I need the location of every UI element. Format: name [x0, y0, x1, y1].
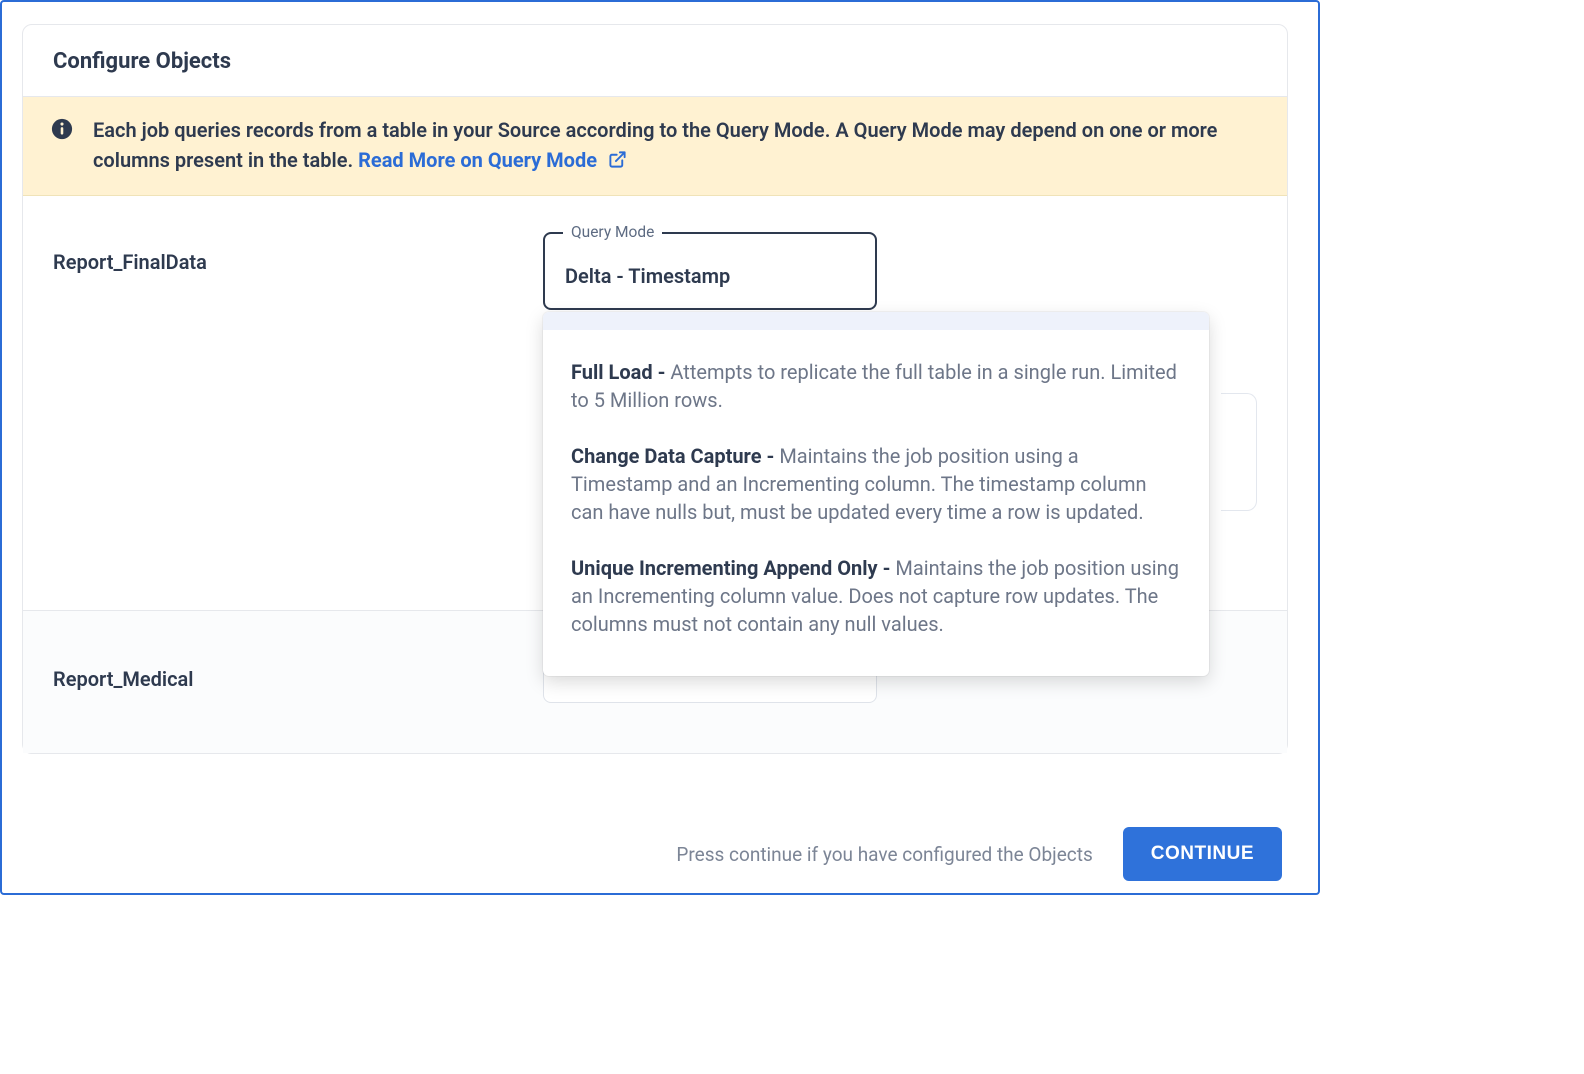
partial-field-edge — [1221, 393, 1257, 511]
read-more-link-text: Read More on Query Mode — [358, 148, 597, 172]
query-mode-dropdown: Full Load - Attempts to replicate the fu… — [543, 312, 1209, 676]
query-mode-value: Delta - Timestamp — [565, 264, 730, 288]
option-change-data-capture[interactable]: Change Data Capture - Maintains the job … — [571, 428, 1181, 540]
option-full-load[interactable]: Full Load - Attempts to replicate the fu… — [571, 344, 1181, 428]
card-title: Configure Objects — [23, 25, 1287, 97]
option-title: Unique Incrementing Append Only — [571, 556, 878, 580]
info-banner: Each job queries records from a table in… — [23, 97, 1287, 196]
app-frame: Configure Objects Each job queries recor… — [0, 0, 1320, 895]
object-name-label: Report_Medical — [53, 661, 543, 691]
info-icon — [51, 118, 73, 140]
dropdown-headband — [543, 312, 1209, 330]
external-link-icon — [608, 147, 627, 177]
option-title: Change Data Capture — [571, 444, 762, 468]
configure-objects-card: Configure Objects Each job queries recor… — [22, 24, 1288, 754]
continue-button[interactable]: CONTINUE — [1123, 827, 1282, 881]
query-mode-legend: Query Mode — [563, 223, 662, 241]
info-banner-text-content: Each job queries records from a table in… — [93, 118, 1217, 172]
info-banner-text: Each job queries records from a table in… — [93, 115, 1259, 177]
dropdown-options: Full Load - Attempts to replicate the fu… — [543, 330, 1209, 676]
footer-bar: Press continue if you have configured th… — [22, 815, 1288, 893]
option-unique-incrementing[interactable]: Unique Incrementing Append Only - Mainta… — [571, 540, 1181, 652]
query-mode-field-wrap: Query Mode Delta - Timestamp Full Load -… — [543, 232, 877, 310]
object-row-report-finaldata: Report_FinalData Query Mode Delta - Time… — [23, 196, 1287, 611]
query-mode-select[interactable]: Query Mode Delta - Timestamp — [543, 232, 877, 310]
option-title: Full Load — [571, 360, 653, 384]
read-more-link[interactable]: Read More on Query Mode — [358, 148, 627, 172]
footer-hint: Press continue if you have configured th… — [676, 843, 1092, 866]
object-name-label: Report_FinalData — [53, 232, 543, 274]
